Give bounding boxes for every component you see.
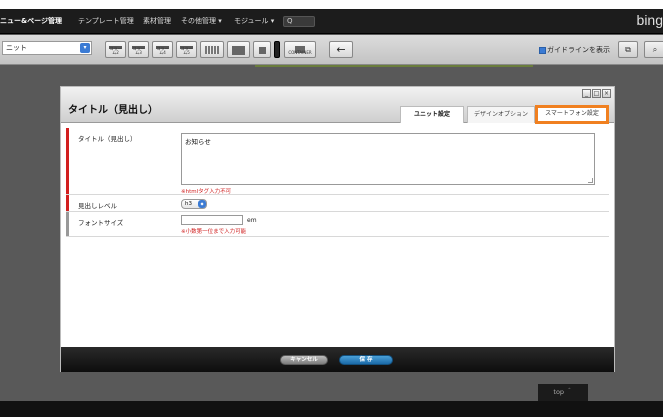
tab-smartphone-settings[interactable]: スマートフォン設定 xyxy=(535,105,609,124)
menu-item-material-management[interactable]: 素材管理 xyxy=(143,9,171,34)
title-field-label: タイトル（見出し） xyxy=(78,135,137,143)
font-size-label: フォントサイズ xyxy=(78,219,124,227)
title-field-row: タイトル（見出し） お知らせ ※htmlタグ入力不可 xyxy=(66,128,609,195)
back-button[interactable]: ← xyxy=(329,41,353,58)
page-select-value: ニット xyxy=(6,44,27,52)
search-icon[interactable]: Q xyxy=(283,16,315,27)
container-button[interactable]: CONTAINER xyxy=(284,41,316,58)
maximize-icon[interactable]: □ xyxy=(592,89,601,98)
close-icon[interactable]: × xyxy=(602,89,611,98)
unit-edit-dialog: タイトル（見出し） _ □ × ユニット設定 デザインオプション スマートフォン… xyxy=(60,86,615,372)
required-marker xyxy=(66,195,69,211)
guideline-label: ガイドラインを表示 xyxy=(547,46,610,54)
brand-logo: bing xyxy=(636,12,663,28)
save-button[interactable]: 保 存 xyxy=(339,355,393,365)
font-size-unit: em xyxy=(247,217,257,224)
dialog-title: タイトル（見出し） xyxy=(68,105,158,116)
chevron-down-icon: ▾ xyxy=(80,43,90,53)
app-window: ニュー&ページ管理 テンプレート管理 素材管理 その他管理 ▾ モジュール ▾ … xyxy=(0,0,663,417)
column2-label: コラーム2 xyxy=(109,46,122,55)
heading-level-label: 見出しレベル xyxy=(78,202,117,210)
tab-design-options[interactable]: デザインオプション xyxy=(467,106,535,123)
chevron-updown-icon: ◆ xyxy=(198,200,206,208)
column5-button[interactable]: コラーム5 xyxy=(176,41,197,58)
cancel-button[interactable]: キャンセル xyxy=(280,355,328,365)
tab-unit-settings[interactable]: ユニット設定 xyxy=(400,106,464,123)
page-select[interactable]: ニット ▾ xyxy=(2,41,92,55)
column4-button[interactable]: コラーム4 xyxy=(152,41,173,58)
column3-button[interactable]: コラーム3 xyxy=(128,41,149,58)
canvas-divider xyxy=(255,65,533,67)
title-textarea[interactable]: お知らせ xyxy=(181,133,595,185)
settings-form: タイトル（見出し） お知らせ ※htmlタグ入力不可 見出しレベル h3 ◆ フ… xyxy=(66,128,609,237)
column3-label: コラーム3 xyxy=(132,46,145,55)
small-block-icon xyxy=(259,47,266,54)
main-menubar: ニュー&ページ管理 テンプレート管理 素材管理 その他管理 ▾ モジュール ▾ … xyxy=(0,9,663,34)
menu-item-page-management[interactable]: ニュー&ページ管理 xyxy=(0,9,62,34)
menu-item-module[interactable]: モジュール ▾ xyxy=(234,9,274,34)
top-strip xyxy=(0,0,663,9)
resize-handle[interactable] xyxy=(588,178,593,183)
arrow-left-icon: ← xyxy=(336,43,346,56)
grid-icon xyxy=(205,46,219,54)
heading-level-select[interactable]: h3 ◆ xyxy=(181,199,207,209)
heading-level-row: 見出しレベル h3 ◆ xyxy=(66,195,609,212)
required-marker xyxy=(66,128,69,194)
checkbox-icon[interactable] xyxy=(539,46,546,54)
column5-label: コラーム5 xyxy=(180,46,193,55)
menu-item-template-management[interactable]: テンプレート管理 xyxy=(78,9,134,34)
font-size-note: ※小数第一位まで入力可能 xyxy=(181,229,247,235)
guideline-toggle[interactable]: ガイドラインを表示 xyxy=(539,45,610,55)
title-field-note: ※htmlタグ入力不可 xyxy=(181,189,232,195)
grid-layout-button[interactable] xyxy=(200,41,224,58)
block-icon xyxy=(232,46,245,55)
window-controls: _ □ × xyxy=(582,89,611,98)
column2-button[interactable]: コラーム2 xyxy=(105,41,126,58)
font-size-row: フォントサイズ em ※小数第一位まで入力可能 xyxy=(66,212,609,237)
toolbar-separator-handle[interactable] xyxy=(274,41,280,58)
font-size-input[interactable] xyxy=(181,215,243,225)
small-block-button[interactable] xyxy=(253,41,271,58)
preview-icon[interactable]: ⌕ xyxy=(644,41,663,58)
editor-toolbar: ニット ▾ コラーム2 コラーム3 コラーム4 コラーム5 CONTAINER … xyxy=(0,35,663,65)
optional-marker xyxy=(66,212,69,236)
container-label: CONTAINER xyxy=(288,50,312,55)
minimize-icon[interactable]: _ xyxy=(582,89,591,98)
block-layout-button[interactable] xyxy=(227,41,250,58)
menu-item-other-management[interactable]: その他管理 ▾ xyxy=(181,9,222,34)
dialog-footer: キャンセル 保 存 xyxy=(61,347,614,372)
bottom-bar xyxy=(0,401,663,417)
dialog-header: タイトル（見出し） _ □ × ユニット設定 デザインオプション スマートフォン… xyxy=(61,87,614,124)
column4-label: コラーム4 xyxy=(156,46,169,55)
copy-icon[interactable]: ⧉ xyxy=(618,41,638,58)
heading-level-value: h3 xyxy=(185,201,192,207)
title-textarea-value: お知らせ xyxy=(185,138,211,146)
back-to-top-link[interactable]: top ＾ xyxy=(538,384,588,401)
